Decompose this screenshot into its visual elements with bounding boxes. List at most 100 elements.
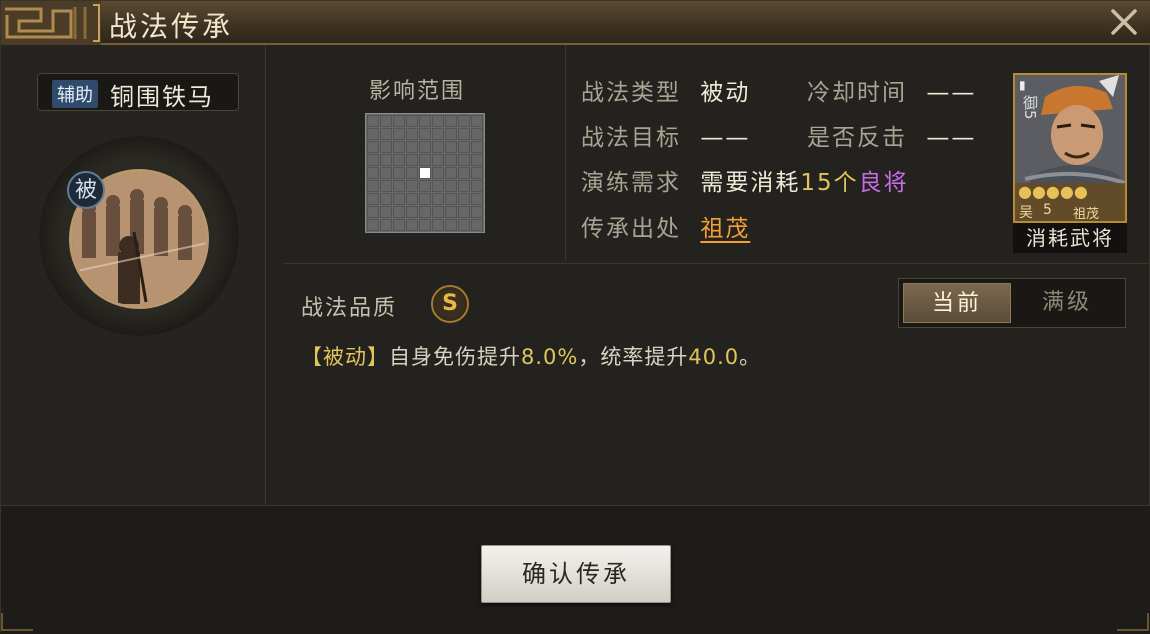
tab-current[interactable]: 当前: [903, 283, 1011, 323]
close-button[interactable]: [1107, 5, 1141, 39]
cooldown-row: 冷却时间 ——: [807, 73, 976, 107]
range-cell: [471, 154, 483, 166]
description-type: 【被动】: [301, 345, 389, 369]
range-cell: [367, 193, 379, 205]
range-cell: [367, 115, 379, 127]
range-cell: [445, 128, 457, 140]
range-cell: [458, 115, 470, 127]
range-cell: [458, 167, 470, 179]
range-cell: [445, 180, 457, 192]
consume-hero-caption: 消耗武将: [1013, 223, 1127, 253]
range-cell: [419, 128, 431, 140]
range-cell: [471, 219, 483, 231]
hero-card[interactable]: ▮ 御5 ●●●●● 吴 5 祖茂: [1013, 73, 1127, 223]
skill-target-row: 战法目标 ——: [581, 118, 750, 152]
range-cell: [380, 154, 392, 166]
skill-type-row: 战法类型 被动: [581, 73, 750, 107]
range-cell: [380, 206, 392, 218]
range-cell-center: [419, 167, 431, 179]
range-cell: [458, 128, 470, 140]
skill-type-value: 被动: [700, 80, 751, 106]
tab-max-level[interactable]: 满级: [1013, 283, 1121, 323]
counter-row: 是否反击 ——: [807, 118, 976, 152]
range-cell: [471, 167, 483, 179]
practice-item: 良将: [858, 170, 909, 196]
range-cell: [380, 219, 392, 231]
skill-description: 【被动】自身免伤提升8.0%，统率提升40.0。: [301, 341, 761, 371]
range-cell: [458, 219, 470, 231]
skill-name: 铜围铁马: [110, 83, 214, 111]
range-cell: [432, 219, 444, 231]
range-cell: [458, 141, 470, 153]
hero-top-mark: ▮: [1019, 78, 1026, 92]
range-cell: [458, 154, 470, 166]
skill-name-box: 辅助 铜围铁马: [37, 73, 239, 111]
hero-faction: 吴: [1019, 205, 1033, 221]
range-cell: [380, 193, 392, 205]
description-value2: 40.0: [688, 345, 740, 369]
range-cell: [458, 180, 470, 192]
title-ornament-icon: [1, 1, 101, 45]
divider-vertical: [565, 45, 566, 261]
range-cell: [445, 206, 457, 218]
source-row: 传承出处 祖茂: [581, 209, 750, 243]
range-cell: [393, 154, 405, 166]
range-label: 影响范围: [369, 79, 466, 104]
range-cell: [432, 206, 444, 218]
range-cell: [393, 141, 405, 153]
source-hero-link[interactable]: 祖茂: [700, 216, 750, 242]
range-cell: [367, 219, 379, 231]
range-cell: [367, 141, 379, 153]
range-cell: [393, 219, 405, 231]
range-cell: [393, 180, 405, 192]
dialog-frame: 战法传承 辅助 铜围铁马 被 影响范围 战法类型 被动 冷却时间 —— 战法目标…: [0, 0, 1150, 634]
range-grid: [365, 113, 485, 233]
range-cell: [471, 180, 483, 192]
hero-rank: 御5: [1021, 95, 1039, 120]
title-bar: 战法传承: [1, 1, 1150, 45]
range-cell: [367, 180, 379, 192]
range-cell: [380, 180, 392, 192]
range-cell: [393, 167, 405, 179]
range-cell: [432, 141, 444, 153]
range-cell: [406, 180, 418, 192]
quality-label: 战法品质: [301, 296, 398, 321]
range-cell: [432, 154, 444, 166]
hero-level: 5: [1043, 202, 1052, 218]
range-cell: [406, 141, 418, 153]
source-label: 传承出处: [581, 216, 681, 242]
range-cell: [419, 193, 431, 205]
range-cell: [367, 167, 379, 179]
range-cell: [393, 115, 405, 127]
range-cell: [419, 206, 431, 218]
confirm-inherit-button[interactable]: 确认传承: [481, 545, 671, 603]
range-cell: [380, 141, 392, 153]
passive-badge: 被: [67, 171, 105, 209]
range-cell: [419, 115, 431, 127]
range-cell: [432, 128, 444, 140]
description-value1: 8.0%: [521, 345, 579, 369]
range-cell: [445, 167, 457, 179]
practice-prefix: 需要消耗: [700, 170, 801, 196]
quality-grade-badge: S: [431, 285, 469, 323]
range-cell: [432, 167, 444, 179]
divider-horizontal: [283, 263, 1149, 264]
range-cell: [471, 206, 483, 218]
range-cell: [419, 180, 431, 192]
range-cell: [367, 154, 379, 166]
range-cell: [406, 167, 418, 179]
cooldown-label: 冷却时间: [807, 80, 907, 106]
range-cell: [406, 206, 418, 218]
range-cell: [445, 154, 457, 166]
range-cell: [367, 206, 379, 218]
counter-label: 是否反击: [807, 125, 907, 151]
skill-category-tag: 辅助: [52, 80, 98, 108]
range-cell: [367, 128, 379, 140]
range-cell: [380, 128, 392, 140]
skill-type-label: 战法类型: [581, 80, 681, 106]
range-cell: [445, 115, 457, 127]
range-cell: [445, 193, 457, 205]
practice-count: 15个: [800, 170, 859, 196]
cooldown-value: ——: [926, 80, 977, 106]
range-cell: [419, 154, 431, 166]
